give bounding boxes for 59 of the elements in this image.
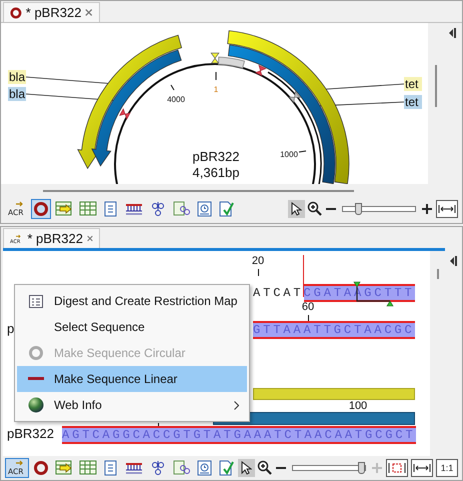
cursor-line xyxy=(303,255,304,297)
sequence-length: 4,361bp xyxy=(192,165,240,180)
tick-mark xyxy=(170,84,174,90)
sequence-text[interactable]: ATCAT xyxy=(253,284,304,302)
scrollbar-thumb[interactable] xyxy=(43,190,354,192)
one-to-one-button[interactable]: 1:1 xyxy=(436,459,458,477)
cut-site-icon xyxy=(210,52,220,64)
circular-sequence-icon xyxy=(10,6,22,20)
tab-title: * pBR322 xyxy=(26,4,82,22)
close-icon[interactable] xyxy=(85,8,93,17)
list-icon xyxy=(28,294,42,308)
double-arrow-icon xyxy=(438,205,456,213)
zoom-slider[interactable] xyxy=(342,206,416,212)
fit-width-button[interactable] xyxy=(436,200,458,218)
menu-item[interactable]: Select Sequence xyxy=(17,314,247,340)
ruler-label: 20 xyxy=(252,256,264,267)
slider-thumb[interactable] xyxy=(358,462,365,474)
collapse-icon[interactable] xyxy=(448,28,456,38)
scrollbar-thumb[interactable] xyxy=(436,269,438,279)
cut-site-icon xyxy=(254,64,266,76)
tab-title: * pBR322 xyxy=(27,230,83,248)
sequence-name: p xyxy=(7,321,14,337)
zoom-in-icon[interactable] xyxy=(257,460,273,476)
zoom-slider[interactable] xyxy=(292,465,366,471)
sequence-name: pBR322 xyxy=(7,426,54,442)
menu-item[interactable]: Web Info xyxy=(17,392,247,418)
ruler-label: 100 xyxy=(348,401,368,412)
slider-thumb[interactable] xyxy=(355,203,362,215)
close-icon[interactable] xyxy=(87,234,93,243)
collapse-icon[interactable] xyxy=(449,256,457,266)
position-label: 1000 xyxy=(280,150,298,159)
menu-item[interactable]: Digest and Create Restriction Map xyxy=(17,288,247,314)
zoom-in-plus-icon[interactable] xyxy=(421,203,433,215)
dashed-box-icon xyxy=(388,463,406,473)
circular-view-button[interactable] xyxy=(31,199,51,219)
feature-label[interactable]: bla xyxy=(8,70,26,84)
position-label: 4000 xyxy=(167,95,185,104)
pointer-tool-button[interactable] xyxy=(238,459,255,477)
circular-view-button[interactable] xyxy=(31,458,51,478)
ruler-label: 60 xyxy=(302,302,314,313)
cut-site-icon xyxy=(288,90,301,104)
feature-label[interactable]: tet xyxy=(404,95,422,109)
menu-item[interactable]: Make Sequence Linear xyxy=(17,366,247,392)
ring-icon xyxy=(28,345,44,361)
cut-site-icon xyxy=(119,108,131,120)
position-label: 1 xyxy=(214,85,218,94)
feature-label[interactable]: bla xyxy=(8,87,26,101)
scrollbar-thumb[interactable] xyxy=(434,65,436,107)
editor-tab[interactable]: * pBR322 xyxy=(3,2,100,22)
feature-label[interactable]: tet xyxy=(404,77,422,91)
fit-width-button[interactable] xyxy=(411,459,433,477)
double-arrow-icon xyxy=(413,464,431,472)
pointer-tool-button[interactable] xyxy=(288,200,305,218)
selection-region xyxy=(218,56,245,68)
fit-selection-button[interactable] xyxy=(386,459,408,477)
tick-mark xyxy=(298,150,306,152)
sequence-name: pBR322 xyxy=(192,149,240,164)
globe-icon xyxy=(28,397,44,413)
zoom-in-icon[interactable] xyxy=(307,201,323,217)
